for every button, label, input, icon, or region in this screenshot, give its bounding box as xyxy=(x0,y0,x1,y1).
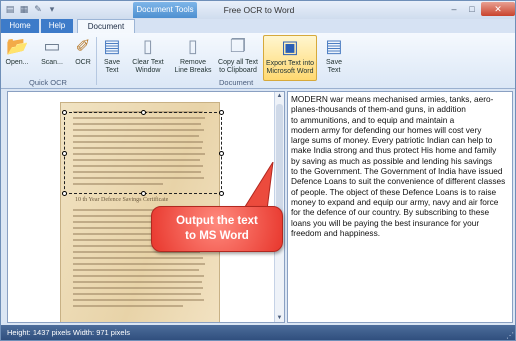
text-line xyxy=(73,263,205,265)
text-line xyxy=(73,299,204,301)
content-area: 10 th Year Defence Savings Certificate ▲… xyxy=(1,89,515,323)
copy-to-clipboard-button[interactable]: ❐ Copy all Text to Clipboard xyxy=(215,35,261,81)
title-bar: ▤ ▦ ✎ ▾ Document Tools Free OCR to Word … xyxy=(1,1,515,19)
remove-line-breaks-label: Remove Line Breaks xyxy=(174,59,212,74)
clear-text-window-label: Clear Text Window xyxy=(132,59,164,74)
ocr-button[interactable]: ✐ OCR xyxy=(71,35,95,81)
clear-text-window-button[interactable]: ▯ Clear Text Window xyxy=(129,35,167,81)
callout-pointer xyxy=(243,162,274,210)
text-line xyxy=(73,305,183,307)
resize-handle[interactable] xyxy=(219,151,224,156)
scan-heading: 10 th Year Defence Savings Certificate xyxy=(75,197,169,203)
scroll-up-icon[interactable]: ▲ xyxy=(275,93,284,99)
selection-rectangle[interactable] xyxy=(62,110,224,196)
contextual-tab-label: Document Tools xyxy=(133,2,197,18)
copy-to-clipboard-label: Copy all Text to Clipboard xyxy=(218,59,258,74)
quick-access-toolbar: ▤ ▦ ✎ ▾ xyxy=(5,4,57,15)
status-text: Height: 1437 pixels Width: 971 pixels xyxy=(7,328,130,337)
tab-help[interactable]: Help xyxy=(41,19,73,33)
save-text-button[interactable]: ▤ Save Text xyxy=(99,35,125,81)
minimize-icon[interactable]: – xyxy=(445,2,463,16)
window-title: Free OCR to Word xyxy=(223,5,295,15)
remove-line-breaks-button[interactable]: ▯ Remove Line Breaks xyxy=(173,35,213,81)
export-to-word-label: Export Text into Microsoft Word xyxy=(265,60,315,75)
scan-button-label: Scan... xyxy=(41,59,63,66)
save-icon[interactable]: ▦ xyxy=(19,4,29,15)
save-icon: ▤ xyxy=(325,36,343,56)
resize-handle[interactable] xyxy=(219,191,224,196)
save-text-button-2[interactable]: ▤ Save Text xyxy=(321,35,347,81)
maximize-icon[interactable]: □ xyxy=(463,2,481,16)
word-icon: ▣ xyxy=(281,37,299,57)
scan-button[interactable]: ▭ Scan... xyxy=(39,35,65,81)
folder-icon: 📂 xyxy=(6,36,29,56)
resize-handle[interactable] xyxy=(62,110,67,115)
copy-icon: ❐ xyxy=(229,36,247,56)
save-text-label-2: Save Text xyxy=(326,59,342,74)
window-controls: – □ ✕ xyxy=(445,2,515,16)
status-bar: Height: 1437 pixels Width: 971 pixels ⋰ xyxy=(1,325,515,340)
resize-grip-icon[interactable]: ⋰ xyxy=(506,328,514,340)
app-window: ▤ ▦ ✎ ▾ Document Tools Free OCR to Word … xyxy=(0,0,516,341)
resize-handle[interactable] xyxy=(62,191,67,196)
open-button[interactable]: 📂 Open... xyxy=(5,35,29,81)
ocr-output-text[interactable]: MODERN war means mechanised armies, tank… xyxy=(291,94,509,238)
text-line xyxy=(73,287,203,289)
tab-home[interactable]: Home xyxy=(1,19,39,33)
scroll-down-icon[interactable]: ▼ xyxy=(275,315,284,321)
text-line xyxy=(73,281,202,283)
tab-document[interactable]: Document xyxy=(77,19,135,33)
dropdown-icon[interactable]: ▾ xyxy=(47,4,57,15)
group-label-quick-ocr: Quick OCR xyxy=(29,78,67,87)
close-icon[interactable]: ✕ xyxy=(481,2,515,16)
text-line xyxy=(73,275,204,277)
ocr-button-label: OCR xyxy=(75,59,91,66)
resize-handle[interactable] xyxy=(141,191,146,196)
export-to-word-button[interactable]: ▣ Export Text into Microsoft Word xyxy=(263,35,317,81)
text-line xyxy=(73,257,203,259)
ribbon-tabs: Home Help Document xyxy=(1,19,515,33)
resize-handle[interactable] xyxy=(141,110,146,115)
resize-handle[interactable] xyxy=(62,151,67,156)
group-label-document: Document xyxy=(219,78,254,87)
folder-icon[interactable]: ▤ xyxy=(5,4,15,15)
text-line xyxy=(73,293,201,295)
wand-icon: ✐ xyxy=(75,36,91,56)
ribbon: 📂 Open... ▭ Scan... ✐ OCR ▤ Save Text ▯ … xyxy=(1,33,515,89)
callout-text: Output the text to MS Word xyxy=(176,215,258,242)
save-icon: ▤ xyxy=(103,36,121,56)
text-line xyxy=(73,269,199,271)
wand-icon[interactable]: ✎ xyxy=(33,4,43,15)
group-separator xyxy=(96,37,97,85)
callout-bubble: Output the text to MS Word xyxy=(151,206,283,252)
ocr-text-pane[interactable]: MODERN war means mechanised armies, tank… xyxy=(287,91,513,323)
document-icon: ▯ xyxy=(188,36,198,56)
save-text-label: Save Text xyxy=(104,59,120,74)
scanner-icon: ▭ xyxy=(43,36,61,56)
resize-handle[interactable] xyxy=(219,110,224,115)
document-icon: ▯ xyxy=(143,36,153,56)
open-button-label: Open... xyxy=(5,59,29,66)
